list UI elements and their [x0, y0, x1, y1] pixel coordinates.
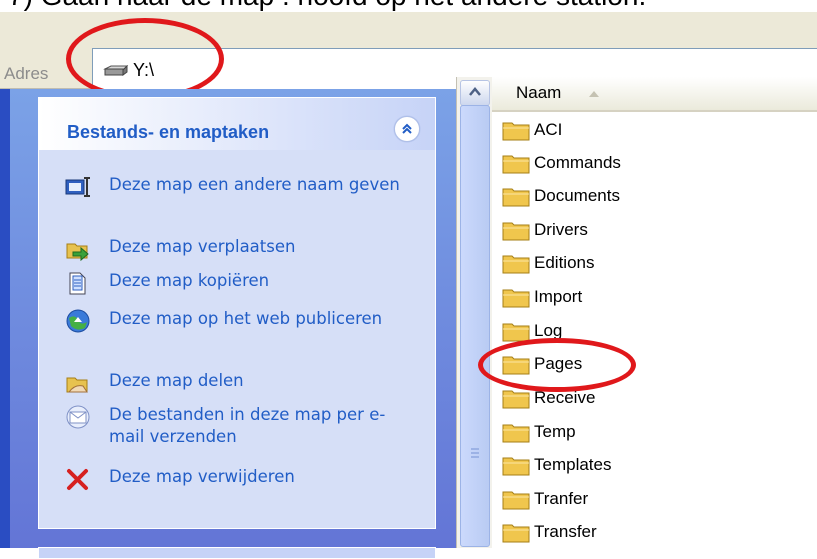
- tasks-header[interactable]: Bestands- en maptaken: [39, 98, 435, 150]
- column-header-label: Naam: [516, 83, 562, 102]
- folder-icon: [502, 255, 530, 274]
- folder-icon: [502, 524, 530, 543]
- file-list: Naam ACI Commands Documents Drivers Edit…: [492, 77, 817, 548]
- copy-icon: [69, 272, 86, 295]
- task-delete-folder[interactable]: Deze map verwijderen: [65, 466, 425, 492]
- task-label: Deze map op het web publiceren: [109, 309, 383, 328]
- file-name: Drivers: [534, 220, 588, 239]
- folder-icon: [502, 457, 530, 476]
- file-name: Import: [534, 287, 583, 306]
- highlight-ellipse-address: [66, 18, 224, 100]
- file-name: Transfer: [534, 522, 597, 541]
- file-name: Documents: [534, 186, 620, 205]
- task-pane: Bestands- en maptaken Deze map een ander…: [0, 89, 456, 559]
- chevron-up-icon: [469, 87, 481, 96]
- file-name: Temp: [534, 422, 576, 441]
- file-name: ACI: [534, 120, 563, 139]
- address-label: Adres: [4, 64, 49, 83]
- task-move-folder[interactable]: Deze map verplaatsen: [65, 236, 425, 262]
- email-icon: [66, 405, 90, 429]
- folder-icon: [502, 222, 530, 241]
- publish-web-icon: [66, 309, 90, 333]
- folder-icon: [502, 155, 530, 174]
- scroll-up-button[interactable]: [460, 80, 490, 106]
- task-email-files[interactable]: De bestanden in deze map per e-mail verz…: [65, 404, 425, 452]
- task-label: Deze map verplaatsen: [109, 237, 296, 256]
- task-copy-folder[interactable]: Deze map kopiëren: [65, 270, 425, 296]
- share-icon: [66, 377, 88, 393]
- column-header-name[interactable]: Naam: [492, 77, 817, 112]
- file-folder-tasks-box: Bestands- en maptaken Deze map een ander…: [38, 97, 436, 529]
- task-publish-folder[interactable]: Deze map op het web publiceren: [65, 308, 425, 356]
- folder-icon: [502, 424, 530, 443]
- file-name: Tranfer: [534, 489, 589, 508]
- file-name: Editions: [534, 253, 595, 272]
- sort-ascending-icon: [589, 91, 599, 97]
- task-label: Deze map verwijderen: [109, 467, 295, 486]
- task-label: De bestanden in deze map per e-mail verz…: [109, 405, 386, 446]
- file-name: Commands: [534, 153, 621, 172]
- file-name: Templates: [534, 455, 612, 474]
- collapse-chevron-icon[interactable]: [394, 116, 420, 142]
- task-label: Deze map kopiëren: [109, 271, 270, 290]
- move-icon: [66, 243, 89, 262]
- grip-icon: [471, 448, 479, 458]
- folder-icon: [502, 390, 530, 409]
- scroll-thumb[interactable]: [460, 105, 490, 547]
- other-places-box: [38, 547, 436, 559]
- task-label: Deze map een andere naam geven: [109, 175, 400, 194]
- rename-icon: [65, 177, 90, 197]
- task-share-folder[interactable]: Deze map delen: [65, 370, 425, 396]
- folder-icon: [502, 122, 530, 141]
- tasks-title: Bestands- en maptaken: [67, 122, 270, 142]
- task-label: Deze map delen: [109, 371, 244, 390]
- instruction-caption: 7) Gaan naar de map : hoofd op het ander…: [0, 0, 817, 12]
- vertical-scrollbar[interactable]: [456, 77, 493, 548]
- pane-border: [0, 89, 10, 548]
- caption-text: 7) Gaan naar de map : hoofd op het ander…: [8, 0, 646, 12]
- folder-icon: [502, 289, 530, 308]
- task-rename-folder[interactable]: Deze map een andere naam geven: [65, 174, 425, 222]
- highlight-ellipse-pages: [478, 338, 636, 392]
- folder-icon: [502, 491, 530, 510]
- folder-icon: [502, 188, 530, 207]
- delete-icon: [67, 469, 88, 490]
